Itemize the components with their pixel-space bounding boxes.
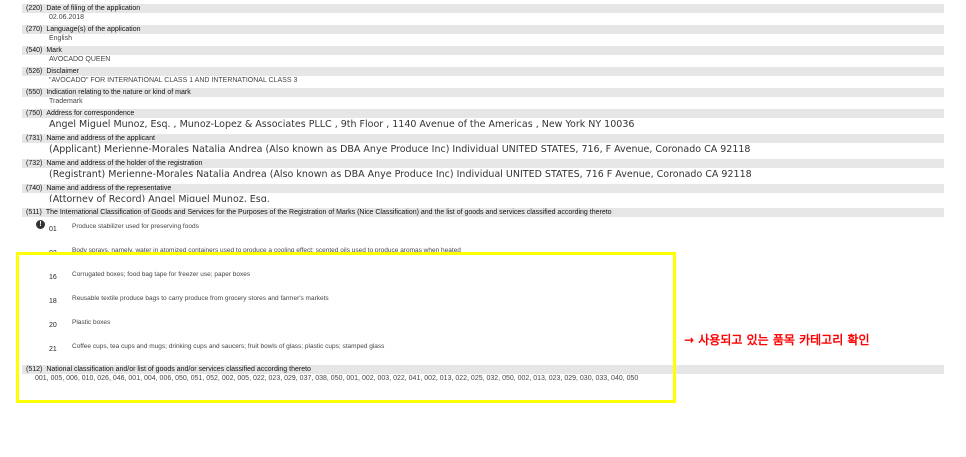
field-code: (550) xyxy=(26,89,43,96)
field-value: 001, 005, 006, 010, 026, 046, 001, 004, … xyxy=(35,375,639,382)
field-correspondence: (750) Address for correspondence Angel Mi… xyxy=(22,109,944,132)
class-description: Reusable textile produce bags to carry p… xyxy=(72,295,329,302)
info-icon[interactable]: ! xyxy=(36,220,45,229)
field-language: (270) Language(s) of the application Engl… xyxy=(22,25,944,44)
class-number: 16 xyxy=(49,274,57,281)
field-disclaimer: (526) Disclaimer "AVOCADO" FOR INTERNATIO… xyxy=(22,67,944,86)
field-code: (512) xyxy=(26,366,43,373)
field-national-classification: (512) National classification and/or list… xyxy=(22,365,944,384)
field-code: (220) xyxy=(26,5,43,12)
field-value: (Registrant) Merienne-Morales Natalia An… xyxy=(49,169,752,180)
class-description: Plastic boxes xyxy=(72,319,111,326)
field-filing-date: (220) Date of filing of the application 0… xyxy=(22,4,944,23)
field-label: Disclaimer xyxy=(46,68,80,75)
field-representative: (740) Name and address of the representat… xyxy=(22,184,944,202)
class-description: Produce stabilizer used for preserving f… xyxy=(72,223,199,230)
field-label: Name and address of the holder of the re… xyxy=(46,160,203,167)
field-label: National classification and/or list of g… xyxy=(46,366,311,373)
field-label: Language(s) of the application xyxy=(46,26,141,33)
field-label: Indication relating to the nature or kin… xyxy=(46,89,191,96)
field-code: (526) xyxy=(26,68,43,75)
field-label: The International Classification of Good… xyxy=(45,209,612,216)
class-number: 01 xyxy=(49,226,57,233)
field-value: (Attorney of Record) Angel Miguel Munoz,… xyxy=(49,194,270,202)
field-value: 02.06.2018 xyxy=(49,14,85,21)
field-mark: (540) Mark AVOCADO QUEEN xyxy=(22,46,944,65)
field-code: (740) xyxy=(26,185,43,192)
class-number: 20 xyxy=(49,322,57,329)
field-code: (270) xyxy=(26,26,43,33)
field-label: Date of filing of the application xyxy=(46,5,141,12)
field-value: English xyxy=(49,35,72,42)
class-description: Body sprays, namely, water in atomized c… xyxy=(72,247,461,254)
trademark-record: (220) Date of filing of the application 0… xyxy=(22,4,944,386)
field-value: AVOCADO QUEEN xyxy=(49,56,111,63)
class-number: 18 xyxy=(49,298,57,305)
field-applicant: (731) Name and address of the applicant (… xyxy=(22,134,944,157)
field-code: (540) xyxy=(26,47,43,54)
class-description: Coffee cups, tea cups and mugs; drinking… xyxy=(72,343,385,350)
field-value: "AVOCADO" FOR INTERNATIONAL CLASS 1 AND … xyxy=(49,77,298,84)
field-mark-kind: (550) Indication relating to the nature o… xyxy=(22,88,944,107)
field-label: Name and address of the representative xyxy=(46,185,172,192)
class-number: 03 xyxy=(49,250,57,257)
field-code: (511) xyxy=(26,209,42,216)
field-code: (750) xyxy=(26,110,43,117)
field-label: Name and address of the applicant xyxy=(46,135,155,142)
class-description: Corrugated boxes; food bag tape for free… xyxy=(72,271,251,278)
field-code: (731) xyxy=(26,135,43,142)
field-value: Angel Miguel Munoz, Esq. , Munoz-Lopez &… xyxy=(49,119,635,130)
annotation-note: → 사용되고 있는 품목 카테고리 확인 xyxy=(684,333,870,347)
field-holder: (732) Name and address of the holder of t… xyxy=(22,159,944,182)
field-label: Address for correspondence xyxy=(46,110,135,117)
field-label: Mark xyxy=(46,47,62,54)
class-number: 21 xyxy=(49,346,57,353)
field-value: (Applicant) Merienne-Morales Natalia And… xyxy=(49,144,751,155)
field-code: (732) xyxy=(26,160,43,167)
field-value: Trademark xyxy=(49,98,83,105)
